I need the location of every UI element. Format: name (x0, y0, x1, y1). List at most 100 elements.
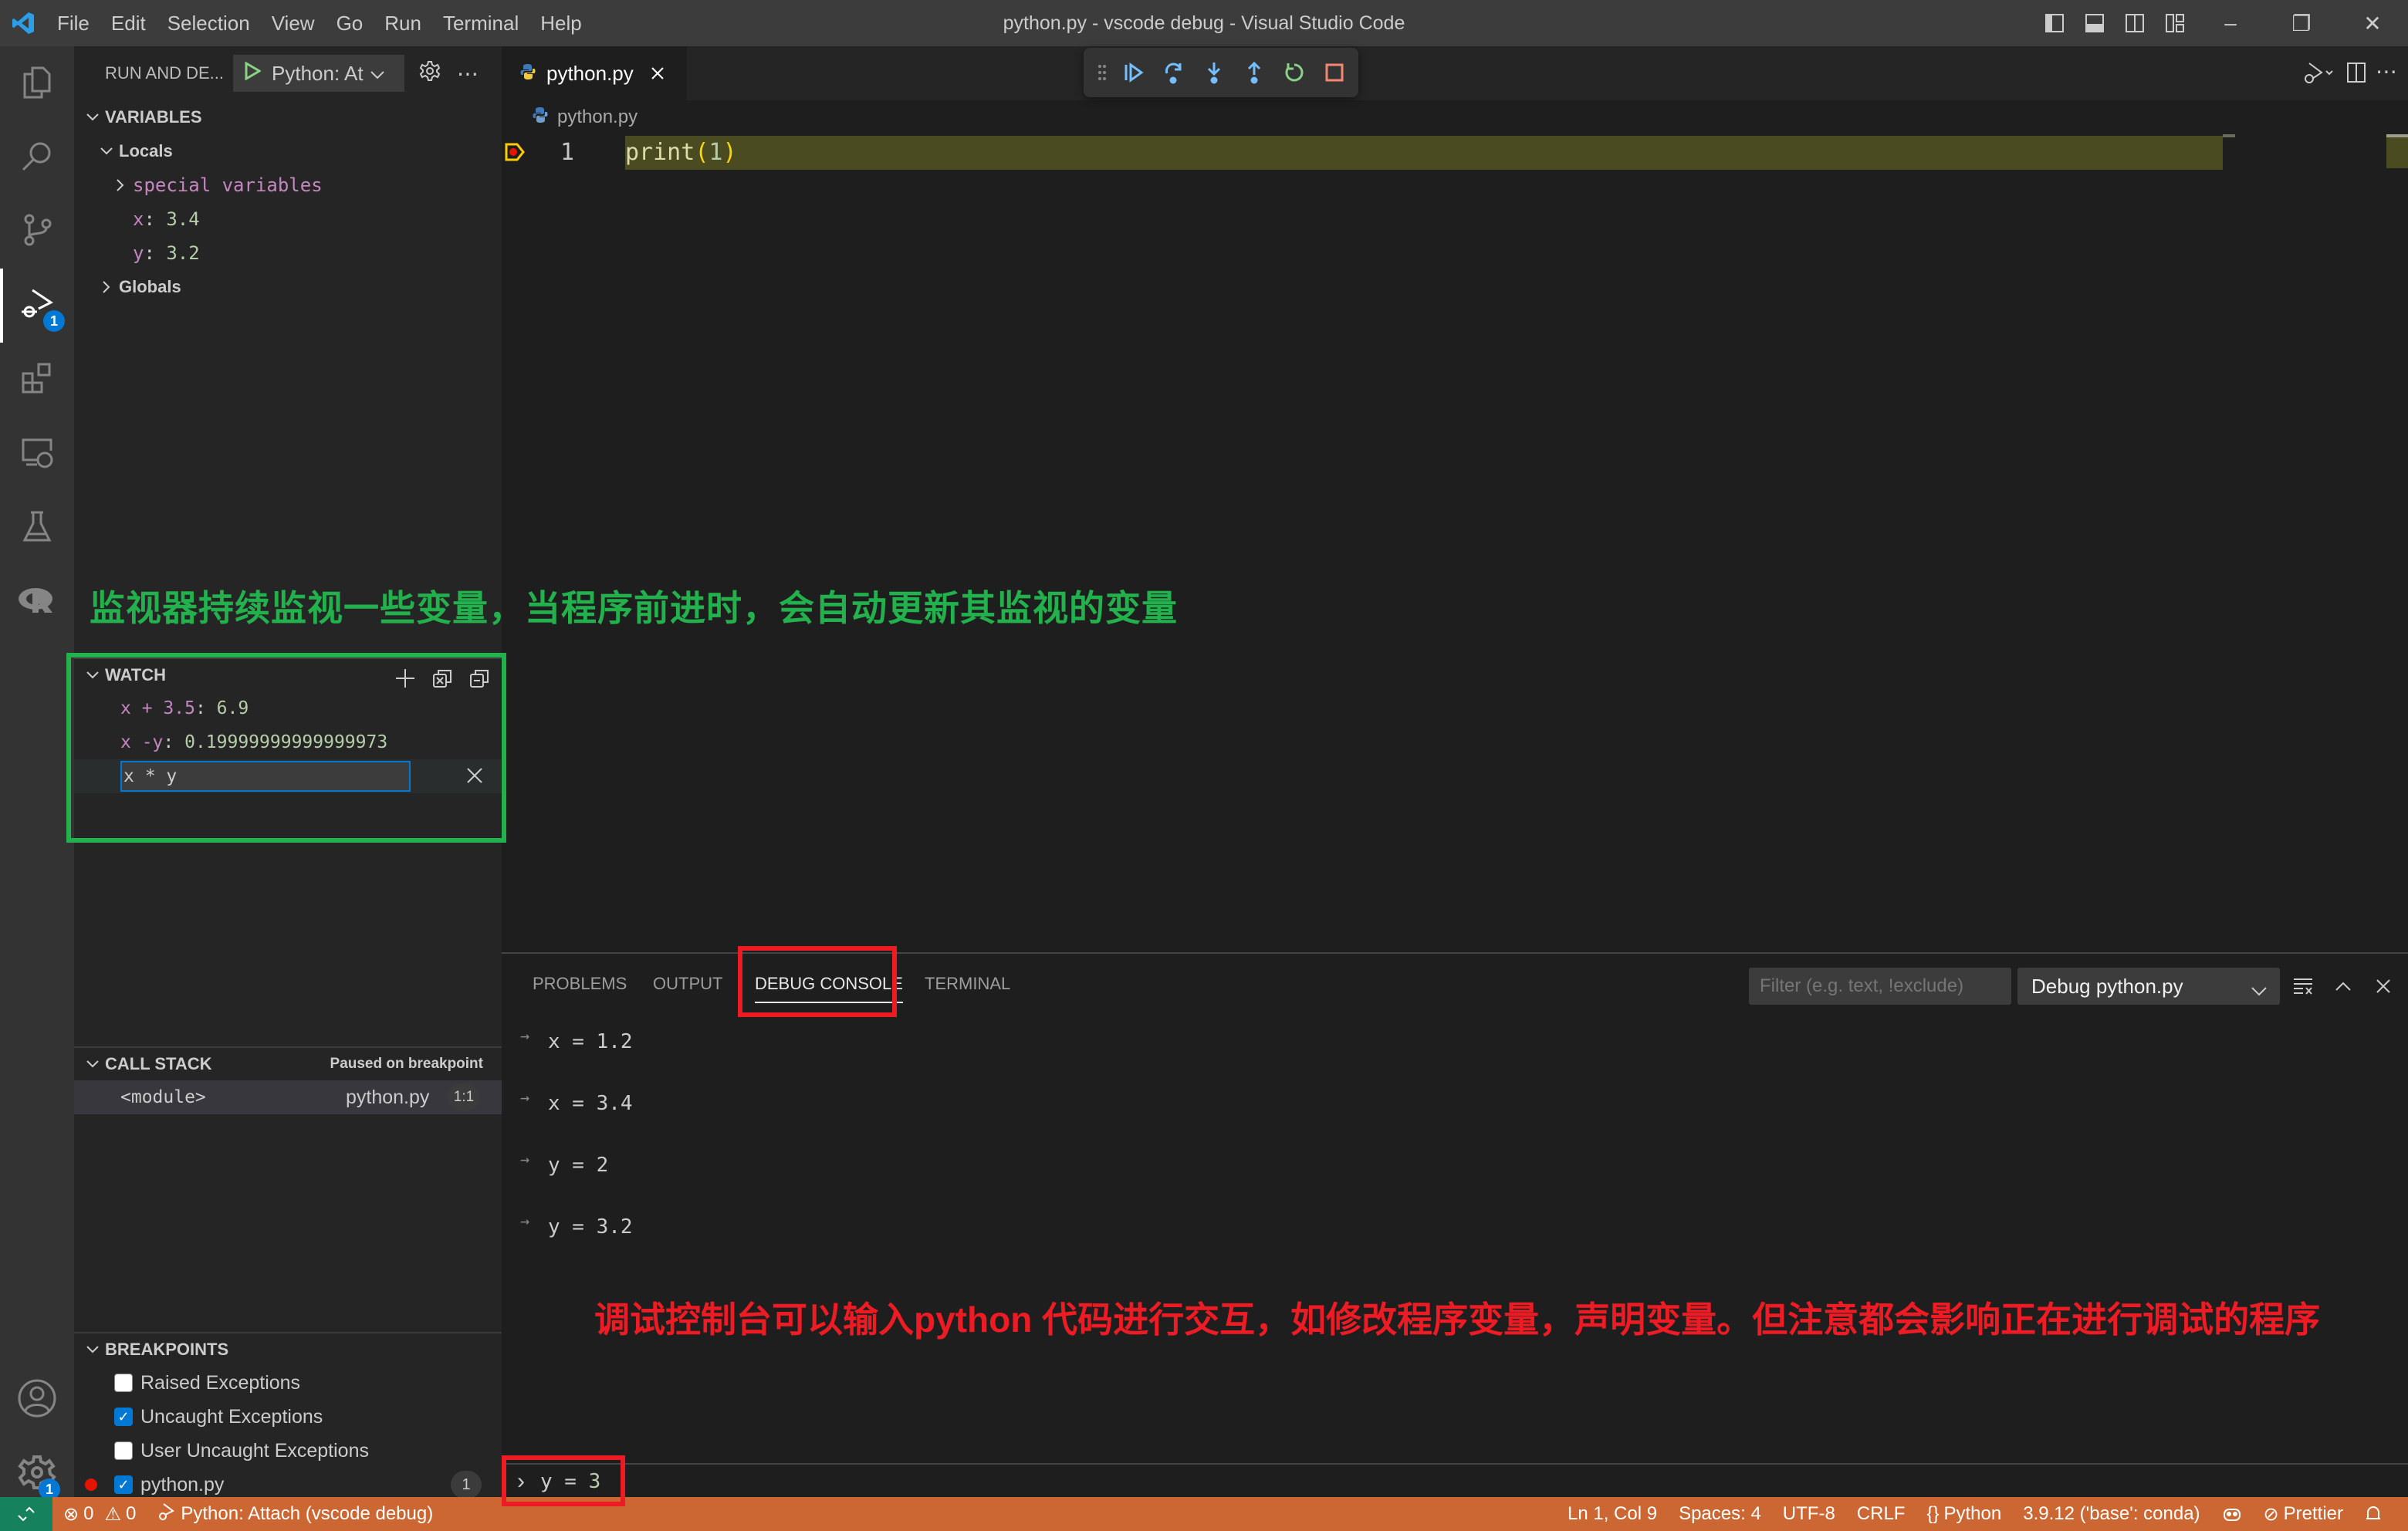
menu-file[interactable]: File (46, 0, 100, 46)
stack-frame-row[interactable]: <module> python.py 1:1 (74, 1080, 502, 1114)
menu-go[interactable]: Go (326, 0, 374, 46)
debug-session-indicator[interactable]: Python: Attach (vscode debug) (147, 1502, 444, 1526)
breakpoint-item[interactable]: ✓ Uncaught Exceptions (74, 1400, 502, 1434)
copilot-icon[interactable] (2211, 1505, 2253, 1523)
notifications-bell-icon[interactable] (2354, 1505, 2393, 1523)
editor-more-actions-icon[interactable]: ⋯ (2376, 59, 2397, 84)
call-stack-section: CALL STACK Paused on breakpoint <module>… (74, 1046, 502, 1114)
variables-header[interactable]: VARIABLES (74, 100, 502, 134)
minimize-button[interactable]: – (2195, 0, 2266, 46)
customize-layout-icon[interactable] (2155, 0, 2195, 46)
tab-output[interactable]: OUTPUT (653, 974, 722, 994)
python-interpreter[interactable]: 3.9.12 ('base': conda) (2012, 1503, 2210, 1525)
activity-search[interactable] (0, 120, 74, 194)
run-debug-dropdown-icon[interactable] (2303, 62, 2334, 89)
problems-indicator[interactable]: ⊗ 0 ⚠ 0 (52, 1503, 147, 1526)
step-out-button[interactable] (1240, 56, 1269, 90)
current-line-highlight (625, 136, 2223, 170)
debug-session-select[interactable]: Debug python.py (2017, 968, 2280, 1005)
menu-terminal[interactable]: Terminal (432, 0, 529, 46)
activity-run-and-debug[interactable]: 1 (0, 269, 74, 343)
breakpoint-item[interactable]: User Uncaught Exceptions (74, 1434, 502, 1468)
launch-configuration-select[interactable]: Python: At (233, 55, 405, 92)
step-over-button[interactable] (1159, 56, 1189, 90)
restart-button[interactable] (1280, 56, 1309, 90)
end-of-line[interactable]: CRLF (1846, 1503, 1916, 1525)
close-tab-icon[interactable] (651, 62, 665, 86)
chevron-down-icon (370, 62, 385, 86)
maximize-panel-icon[interactable] (2326, 968, 2360, 1005)
breakpoint-label: Raised Exceptions (140, 1371, 301, 1394)
close-panel-icon[interactable] (2366, 968, 2400, 1005)
tab-terminal[interactable]: TERMINAL (925, 974, 1010, 994)
activity-source-control[interactable] (0, 194, 74, 269)
menu-run[interactable]: Run (374, 0, 432, 46)
activity-accounts[interactable] (0, 1363, 74, 1437)
warning-icon: ⚠ (104, 1503, 121, 1525)
close-window-button[interactable]: ✕ (2337, 0, 2408, 46)
scope-label: Globals (119, 277, 181, 296)
debug-toolbar (1084, 48, 1358, 97)
stop-button[interactable] (1320, 56, 1349, 90)
tab-python-py[interactable]: python.py (502, 46, 687, 100)
step-into-button[interactable] (1199, 56, 1229, 90)
continue-button[interactable] (1119, 56, 1148, 90)
status-bar: ⊗ 0 ⚠ 0 Python: Attach (vscode debug) Ln 1… (0, 1497, 2408, 1531)
drag-handle-icon[interactable] (1096, 56, 1108, 90)
remote-indicator[interactable] (0, 1497, 52, 1531)
start-debugging-icon[interactable] (244, 60, 262, 86)
chevron-right-icon (108, 178, 133, 192)
open-launch-json-gear-icon[interactable] (418, 59, 441, 87)
menu-help[interactable]: Help (529, 0, 592, 46)
debug-console-input[interactable]: › y = 3 (502, 1463, 2408, 1499)
special-variables-node[interactable]: special variables (74, 168, 502, 202)
variable-row[interactable]: y: 3.2 (74, 236, 502, 270)
restore-button[interactable]: ❐ (2266, 0, 2337, 46)
prettier-status[interactable]: ⊘ Prettier (2253, 1503, 2354, 1526)
menu-selection[interactable]: Selection (157, 0, 261, 46)
language-mode[interactable]: {} Python (1916, 1503, 2012, 1525)
cursor-position[interactable]: Ln 1, Col 9 (1557, 1503, 1668, 1525)
encoding[interactable]: UTF-8 (1772, 1503, 1846, 1525)
tab-problems[interactable]: PROBLEMS (533, 974, 627, 994)
toggle-secondary-sidebar-icon[interactable] (2115, 0, 2155, 46)
session-label: Debug python.py (2031, 974, 2183, 998)
activity-explorer[interactable] (0, 46, 74, 120)
activity-remote-explorer[interactable] (0, 417, 74, 491)
title-bar: File Edit Selection View Go Run Terminal… (0, 0, 2408, 46)
menu-view[interactable]: View (261, 0, 326, 46)
activity-testing[interactable] (0, 491, 74, 565)
toggle-panel-icon[interactable] (2075, 0, 2115, 46)
checkbox-user-uncaught-exceptions[interactable] (114, 1441, 133, 1460)
checkbox-uncaught-exceptions[interactable]: ✓ (114, 1408, 133, 1426)
code-line: 1 print(1) (502, 134, 2408, 171)
call-stack-header[interactable]: CALL STACK Paused on breakpoint (74, 1046, 502, 1080)
breakpoint-current-icon[interactable] (505, 142, 525, 166)
console-text: y = 2 (548, 1154, 609, 1177)
menu-edit[interactable]: Edit (100, 0, 157, 46)
code-editor[interactable]: 1 print(1) (502, 134, 2408, 952)
remote-explorer-icon (19, 434, 56, 475)
breakpoint-item[interactable]: Raised Exceptions (74, 1366, 502, 1400)
more-actions-icon[interactable]: ⋯ (457, 61, 479, 86)
breakpoints-header[interactable]: BREAKPOINTS (74, 1332, 502, 1366)
activity-extensions[interactable] (0, 343, 74, 417)
variable-row[interactable]: x: 3.4 (74, 202, 502, 236)
files-icon (19, 63, 56, 104)
clear-console-icon[interactable] (2286, 968, 2320, 1005)
scope-locals[interactable]: Locals (74, 134, 502, 168)
split-editor-icon[interactable] (2346, 62, 2366, 87)
activity-r-language[interactable] (0, 565, 74, 639)
toggle-primary-sidebar-icon[interactable] (2034, 0, 2075, 46)
scope-globals[interactable]: Globals (74, 270, 502, 304)
search-icon (19, 137, 56, 178)
console-input-arrow-icon: → (519, 1088, 530, 1107)
tab-label: python.py (546, 61, 634, 85)
checkbox-python-py[interactable]: ✓ (114, 1475, 133, 1494)
variable-value: 3.2 (166, 242, 200, 264)
indentation[interactable]: Spaces: 4 (1668, 1503, 1772, 1525)
scrollbar-current-line-marker[interactable] (2386, 134, 2408, 168)
checkbox-raised-exceptions[interactable] (114, 1374, 133, 1392)
debug-console-filter-input[interactable] (1749, 968, 2011, 1005)
breadcrumb-file[interactable]: python.py (557, 106, 638, 128)
